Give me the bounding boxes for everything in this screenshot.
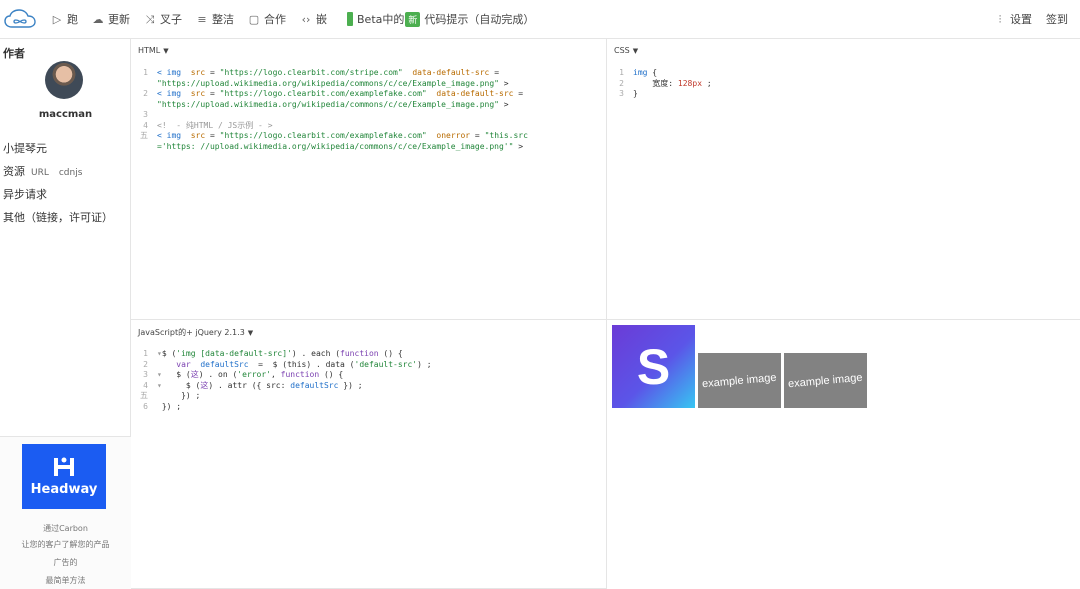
example-image-1: example image — [698, 353, 781, 408]
code-line: 1 ▾$ ('img [data-default-src]') . each (f… — [143, 349, 403, 358]
result-panel[interactable]: S example image example image — [607, 320, 1080, 589]
code-line: 2 < img src = "https://logo.clearbit.com/… — [143, 89, 524, 98]
avatar[interactable] — [45, 61, 83, 99]
headway-ad-banner[interactable]: Headway — [22, 444, 106, 509]
js-panel-label[interactable]: JavaScript的+ jQuery 2.1.3 ▼ — [138, 327, 253, 338]
code-line: 3 ▾ $ (这) . on ('error', function () { — [143, 370, 344, 379]
code-line: "https://upload.wikimedia.org/wikipedia/… — [157, 78, 509, 88]
css-code[interactable]: 1 img { 2 宽度: 128px ; 3} — [610, 68, 712, 100]
sliders-icon: ⫶ — [998, 12, 1002, 26]
caret-down-icon: ▼ — [247, 329, 254, 337]
code-line: 五 }) ; — [140, 391, 201, 400]
signin-button[interactable]: 签到 — [1046, 11, 1068, 27]
align-icon: ≡ — [197, 12, 207, 26]
code-line: "https://upload.wikimedia.org/wikipedia/… — [157, 99, 509, 109]
ad-line-2[interactable]: 让您的客户了解您的产品 — [0, 539, 131, 550]
play-icon: ▷ — [52, 12, 62, 26]
update-button[interactable]: ☁ 更新 — [92, 11, 131, 27]
jsfiddle-logo[interactable] — [3, 8, 37, 30]
tidy-button[interactable]: ≡ 整洁 — [196, 11, 234, 27]
resources-url-link[interactable]: URL — [31, 168, 49, 178]
sidebar: 作者 maccman 小提琴元 资源 URL cdnjs 异步请求 其他（链接，许可… — [0, 39, 131, 589]
carbon-ad: Headway 通过Carbon 让您的客户了解您的产品 广告的 最简单方法 — [0, 436, 131, 589]
code-line: 2 宽度: 128px ; — [619, 78, 712, 88]
toggle-indicator — [347, 12, 353, 26]
example-image-2: example image — [784, 353, 867, 408]
code-line: 1 < img src = "https://logo.clearbit.com/… — [143, 68, 500, 77]
caret-down-icon: ▼ — [163, 47, 169, 55]
html-panel-label[interactable]: HTML ▼ — [138, 46, 169, 55]
collaborate-button[interactable]: ▢ 合作 — [248, 11, 286, 27]
run-button[interactable]: ▷ 跑 — [51, 11, 78, 27]
code-line: 1 img { — [619, 68, 658, 77]
top-toolbar: ▷ 跑 ☁ 更新 ⤨ 叉子 ≡ 整洁 ▢ 合作 ‹› 嵌 Beta中的 新 代码提示（自动完… — [0, 0, 1080, 39]
sidebar-item-resources[interactable]: 资源 URL cdnjs — [3, 163, 82, 179]
beta-code-hints[interactable]: Beta中的 新 代码提示（自动完成） — [347, 11, 534, 27]
headway-brand: Headway — [30, 482, 98, 497]
author-heading: 作者 — [3, 47, 25, 60]
code-line: ='https: //upload.wikimedia.org/wikipedi… — [157, 141, 524, 151]
sidebar-item-fiddle-meta[interactable]: 小提琴元 — [3, 140, 47, 156]
html-code[interactable]: 1 < img src = "https://logo.clearbit.com/… — [134, 68, 528, 152]
embed-button[interactable]: ‹› 嵌 — [300, 11, 327, 27]
sidebar-item-other[interactable]: 其他（链接，许可证） — [3, 209, 113, 225]
cloud-upload-icon: ☁ — [92, 12, 104, 26]
ad-line-4[interactable]: 最简单方法 — [0, 575, 131, 586]
chat-icon: ▢ — [248, 12, 260, 26]
js-code[interactable]: 1 ▾$ ('img [data-default-src]') . each (f… — [134, 349, 432, 412]
code-line: 3} — [619, 89, 638, 98]
new-badge: 新 — [405, 11, 421, 27]
code-line: 2 var defaultSrc = $ (this) . data ('def… — [143, 359, 432, 369]
code-line: 6 }) ; — [143, 401, 182, 411]
ad-line-1[interactable]: 通过Carbon — [0, 523, 131, 534]
stripe-logo-image: S — [612, 325, 695, 408]
settings-button[interactable]: ⫶ 设置 — [994, 11, 1032, 27]
caret-down-icon: ▼ — [632, 47, 639, 55]
resources-cdnjs-link[interactable]: cdnjs — [59, 168, 83, 178]
author-name[interactable]: maccman — [0, 109, 131, 120]
fork-button[interactable]: ⤨ 叉子 — [144, 11, 182, 27]
code-line: 4 <! - 纯HTML / JS示例 - > — [143, 120, 273, 130]
code-line: 五 < img src = "https://logo.clearbit.com/… — [140, 131, 528, 140]
sidebar-item-async[interactable]: 异步请求 — [3, 186, 47, 202]
js-editor-panel[interactable]: JavaScript的+ jQuery 2.1.3 ▼ 1 ▾$ ('img [da… — [131, 320, 607, 589]
ad-line-3[interactable]: 广告的 — [0, 557, 131, 568]
code-icon: ‹› — [301, 12, 311, 26]
code-line: 3 — [143, 110, 148, 119]
css-editor-panel[interactable]: CSS ▼ 1 img { 2 宽度: 128px ; 3} — [607, 39, 1080, 320]
code-line: 4 ▾ $ (这) . attr ({ src: defaultSrc }) ; — [143, 380, 363, 390]
headway-logo-icon — [54, 457, 74, 476]
fork-icon: ⤨ — [145, 12, 155, 26]
html-editor-panel[interactable]: HTML ▼ 1 < img src = "https://logo.clearbi… — [131, 39, 607, 320]
css-panel-label[interactable]: CSS ▼ — [614, 46, 638, 55]
